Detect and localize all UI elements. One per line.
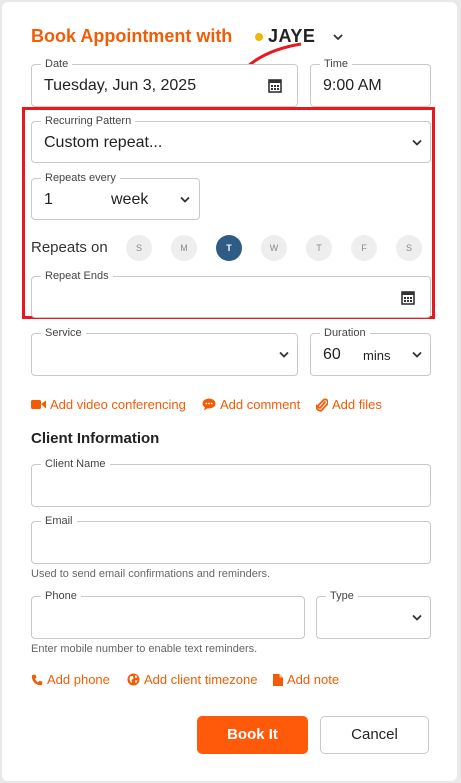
day-wednesday-toggle[interactable]: W xyxy=(261,235,287,261)
add-comment-label: Add comment xyxy=(220,397,301,412)
calendar-icon[interactable] xyxy=(401,290,415,305)
email-hint: Used to send email confirmations and rem… xyxy=(31,568,271,580)
chevron-down-icon xyxy=(412,351,422,358)
repeats-every-label: Repeats every xyxy=(41,171,120,185)
time-field[interactable]: Time 9:00 AM xyxy=(310,57,431,107)
day-sunday-toggle[interactable]: S xyxy=(126,235,152,261)
add-note-label: Add note xyxy=(287,672,340,687)
time-value: 9:00 AM xyxy=(323,77,382,94)
date-label: Date xyxy=(41,57,73,71)
phone-field[interactable]: Phone xyxy=(31,589,305,639)
chevron-down-icon xyxy=(412,139,422,146)
day-friday-toggle[interactable]: F xyxy=(351,235,377,261)
add-phone-link[interactable]: Add phone xyxy=(31,672,110,687)
add-video-conferencing-label: Add video conferencing xyxy=(50,397,186,412)
chevron-down-icon xyxy=(279,351,289,358)
day-saturday-toggle[interactable]: S xyxy=(396,235,422,261)
time-label: Time xyxy=(320,57,353,71)
client-name-label: Client Name xyxy=(41,457,110,471)
repeats-every-field[interactable]: Repeats every 1 week xyxy=(31,171,200,220)
chevron-down-icon[interactable] xyxy=(332,32,344,42)
duration-value: 60 xyxy=(323,346,341,363)
note-icon xyxy=(273,673,283,686)
add-comment-link[interactable]: Add comment xyxy=(202,397,300,412)
phone-icon xyxy=(31,674,43,685)
duration-unit: mins xyxy=(363,348,391,363)
day-thursday-toggle[interactable]: T xyxy=(306,235,332,261)
chevron-down-icon xyxy=(180,196,190,203)
duration-label: Duration xyxy=(320,326,370,340)
service-label: Service xyxy=(41,326,86,340)
recurring-pattern-value: Custom repeat... xyxy=(44,134,163,151)
day-tuesday-toggle[interactable]: T xyxy=(216,235,242,261)
day-monday-toggle[interactable]: M xyxy=(171,235,197,261)
repeats-on-label: Repeats on xyxy=(31,239,108,256)
add-files-label: Add files xyxy=(332,397,382,412)
repeats-every-number[interactable]: 1 xyxy=(44,191,53,209)
email-label: Email xyxy=(41,514,77,528)
video-camera-icon xyxy=(31,400,46,409)
globe-icon xyxy=(127,673,140,686)
add-video-conferencing-link[interactable]: Add video conferencing xyxy=(31,397,186,412)
client-information-heading: Client Information xyxy=(31,430,160,447)
client-name-field[interactable]: Client Name xyxy=(31,457,431,507)
service-select[interactable]: Service xyxy=(31,326,298,376)
comment-icon xyxy=(202,398,216,411)
phone-hint: Enter mobile number to enable text remin… xyxy=(31,643,258,655)
recurring-pattern-select[interactable]: Recurring Pattern Custom repeat... xyxy=(31,114,431,163)
repeats-every-unit[interactable]: week xyxy=(111,191,148,209)
date-field[interactable]: Date Tuesday, Jun 3, 2025 xyxy=(31,57,298,107)
date-value: Tuesday, Jun 3, 2025 xyxy=(44,77,197,94)
phone-type-select[interactable]: Type xyxy=(316,589,431,639)
modal-title: Book Appointment with xyxy=(31,26,233,46)
chevron-down-icon xyxy=(412,614,422,621)
paperclip-icon xyxy=(316,398,328,412)
calendar-icon[interactable] xyxy=(268,78,282,93)
email-field[interactable]: Email xyxy=(31,514,431,564)
cancel-button[interactable]: Cancel xyxy=(320,716,429,754)
repeat-ends-label: Repeat Ends xyxy=(41,269,113,283)
add-client-timezone-label: Add client timezone xyxy=(144,672,258,687)
add-note-link[interactable]: Add note xyxy=(273,672,339,687)
phone-label: Phone xyxy=(41,589,81,603)
add-files-link[interactable]: Add files xyxy=(316,397,382,412)
book-it-button[interactable]: Book It xyxy=(197,716,308,754)
recurring-pattern-label: Recurring Pattern xyxy=(41,114,136,128)
add-client-timezone-link[interactable]: Add client timezone xyxy=(127,672,257,687)
duration-select[interactable]: Duration 60 mins xyxy=(310,326,431,376)
add-phone-label: Add phone xyxy=(47,672,110,687)
phone-type-label: Type xyxy=(326,589,358,603)
repeat-ends-field[interactable]: Repeat Ends xyxy=(31,269,431,318)
